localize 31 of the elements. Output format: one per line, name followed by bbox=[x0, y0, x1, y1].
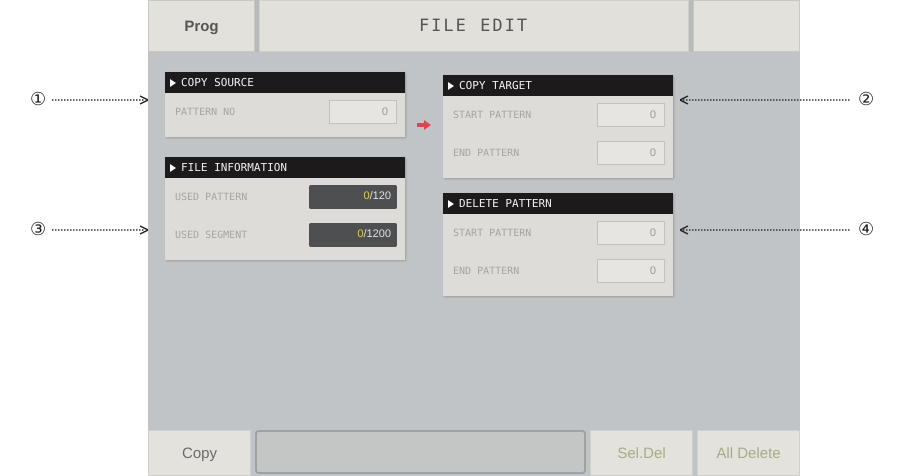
triangle-icon bbox=[170, 164, 176, 172]
input-field[interactable]: 0 bbox=[597, 141, 665, 165]
panel-title: DELETE PATTERN bbox=[459, 197, 552, 210]
field-label: START PATTERN bbox=[453, 110, 532, 120]
prog-button[interactable]: Prog bbox=[148, 0, 255, 52]
triangle-icon bbox=[448, 82, 454, 90]
field-label: END PATTERN bbox=[453, 266, 520, 276]
field-label: PATTERN NO bbox=[175, 106, 236, 118]
field-label: USED PATTERN bbox=[175, 192, 248, 202]
arrow-icon bbox=[417, 120, 431, 130]
input-field[interactable]: 0 bbox=[597, 221, 665, 245]
callout-number: ③ bbox=[30, 219, 46, 240]
footer-button[interactable]: Copy bbox=[148, 430, 251, 476]
panel-title: COPY TARGET bbox=[459, 79, 532, 92]
usage-display: 0/120 bbox=[309, 185, 397, 209]
callout-number: ② bbox=[858, 89, 874, 110]
field-label: USED SEGMENT bbox=[175, 230, 248, 240]
panel-title: FILE INFORMATION bbox=[181, 161, 287, 174]
panel-title: COPY SOURCE bbox=[181, 76, 254, 89]
triangle-icon bbox=[170, 78, 176, 86]
input-field[interactable]: 0 bbox=[329, 100, 397, 124]
field-label: END PATTERN bbox=[453, 148, 520, 158]
blank-button[interactable] bbox=[693, 0, 800, 52]
callout-number: ④ bbox=[858, 219, 874, 240]
callout-number: ① bbox=[30, 89, 46, 110]
screen-title: FILE EDIT bbox=[259, 0, 689, 52]
field-label: START PATTERN bbox=[453, 228, 532, 238]
input-field[interactable]: 0 bbox=[597, 259, 665, 283]
input-field[interactable]: 0 bbox=[597, 103, 665, 127]
triangle-icon bbox=[448, 200, 454, 208]
usage-display: 0/1200 bbox=[309, 223, 397, 247]
